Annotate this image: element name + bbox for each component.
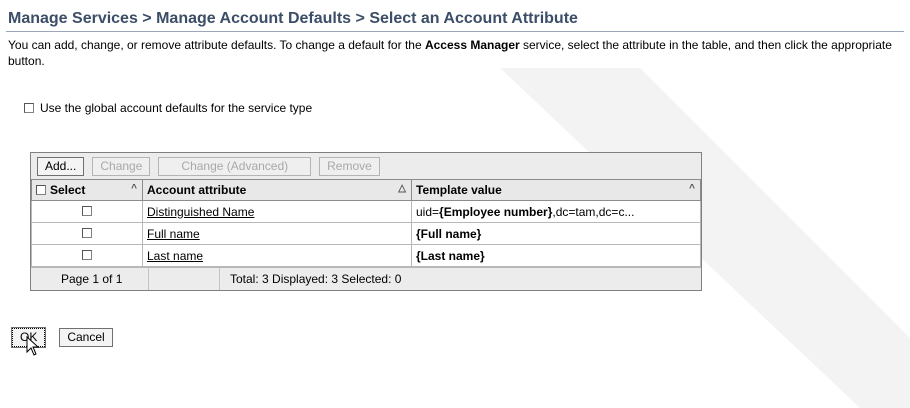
footer-spacer [149,268,220,290]
template-value: {Last name} [411,244,701,267]
attribute-link[interactable]: Full name [147,227,200,241]
attributes-table: Select ^ Account attribute △ Template va… [31,179,701,267]
cancel-button[interactable]: Cancel [59,328,113,347]
ok-button-wrap: OK [10,327,47,356]
global-defaults-label: Use the global account defaults for the … [40,101,313,115]
attributes-table-panel: Add... Change Change (Advanced) Remove S… [30,152,702,291]
table-row[interactable]: Last name {Last name} [31,244,701,267]
column-header-account-attribute[interactable]: Account attribute △ [142,179,412,201]
sort-ascending-icon: △ [398,183,406,194]
row-select-checkbox[interactable] [82,205,92,216]
table-toolbar: Add... Change Change (Advanced) Remove [31,153,701,179]
attribute-link[interactable]: Distinguished Name [147,205,254,219]
sort-icon: ^ [131,183,137,194]
service-name: Access Manager [424,38,520,52]
row-select-checkbox[interactable] [82,227,92,238]
global-defaults-option[interactable]: Use the global account defaults for the … [24,101,910,115]
table-footer: Page 1 of 1 Total: 3 Displayed: 3 Select… [31,267,701,290]
table-summary: Total: 3 Displayed: 3 Selected: 0 [230,272,402,286]
add-button[interactable]: Add... [37,156,85,176]
attribute-link[interactable]: Last name [147,249,203,263]
mouse-pointer-icon [26,336,40,356]
change-button[interactable]: Change [92,156,151,176]
sort-icon: ^ [689,183,695,194]
remove-button[interactable]: Remove [319,156,380,176]
row-select-checkbox[interactable] [82,249,92,260]
change-advanced-button[interactable]: Change (Advanced) [158,156,312,176]
table-row[interactable]: Distinguished Name uid={Employee number}… [31,200,701,223]
template-value: {Full name} [411,222,701,245]
page-indicator: Page 1 of 1 [31,268,149,290]
select-all-checkbox[interactable] [36,185,46,195]
table-row[interactable]: Full name {Full name} [31,222,701,245]
global-defaults-checkbox[interactable] [24,103,34,113]
dialog-actions: OK Cancel [10,327,113,356]
page-description: You can add, change, or remove attribute… [8,38,892,68]
page-title: Manage Services > Manage Account Default… [6,8,904,32]
column-header-select[interactable]: Select ^ [31,179,143,201]
template-value: uid={Employee number},dc=tam,dc=c... [411,200,701,223]
column-header-template-value[interactable]: Template value ^ [411,179,701,201]
